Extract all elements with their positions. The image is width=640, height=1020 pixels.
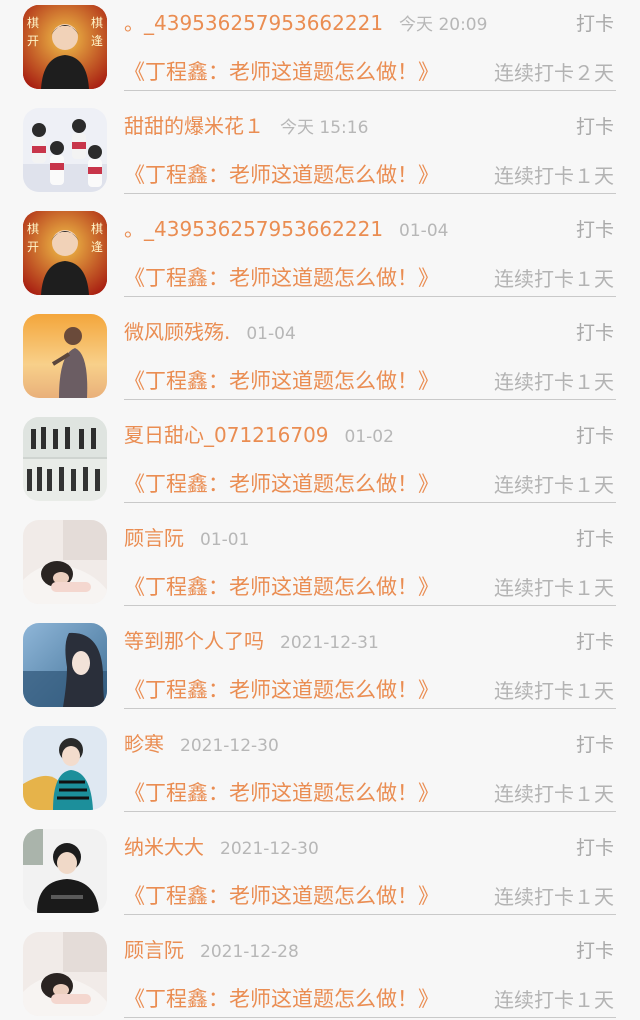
svg-text:棋: 棋 xyxy=(27,222,39,236)
streak-text: 连续打卡１天 xyxy=(494,164,614,188)
post-time: 2021-12-30 xyxy=(180,736,279,756)
book-title[interactable]: 《丁程鑫：老师这道题怎么做！》 xyxy=(124,983,439,1013)
user-name[interactable]: 夏日甜心_071216709 xyxy=(124,423,329,447)
book-title[interactable]: 《丁程鑫：老师这道题怎么做！》 xyxy=(124,571,439,601)
checkin-button[interactable]: 打卡 xyxy=(576,833,614,860)
post-time: 今天 20:09 xyxy=(399,15,488,35)
user-name[interactable]: 。_439536257953662221 xyxy=(124,11,383,35)
avatar[interactable] xyxy=(23,520,107,604)
list-item[interactable]: 甜甜的爆米花１ 今天 15:16 打卡 《丁程鑫：老师这道题怎么做！》 连续打卡１… xyxy=(0,103,640,206)
checkin-button[interactable]: 打卡 xyxy=(576,627,614,654)
list-item[interactable]: 畛寒 2021-12-30 打卡 《丁程鑫：老师这道题怎么做！》 连续打卡１天 xyxy=(0,721,640,824)
post-time: 2021-12-28 xyxy=(200,942,299,962)
svg-text:开: 开 xyxy=(27,34,39,48)
user-name-line: 微风顾残殇. 01-04 xyxy=(124,316,296,345)
user-name-line: 顾言阮 2021-12-28 xyxy=(124,934,299,963)
checkin-button[interactable]: 打卡 xyxy=(576,9,614,36)
post-time: 今天 15:16 xyxy=(280,118,369,138)
avatar[interactable] xyxy=(23,829,107,913)
list-item[interactable]: 夏日甜心_071216709 01-02 打卡 《丁程鑫：老师这道题怎么做！》 连… xyxy=(0,412,640,515)
post-time: 01-02 xyxy=(344,427,394,447)
streak-text: 连续打卡１天 xyxy=(494,782,614,806)
streak-text: 连续打卡１天 xyxy=(494,370,614,394)
user-name[interactable]: 。_439536257953662221 xyxy=(124,217,383,241)
user-name-line: 畛寒 2021-12-30 xyxy=(124,728,279,757)
user-name-line: 纳米大大 2021-12-30 xyxy=(124,831,319,860)
book-title[interactable]: 《丁程鑫：老师这道题怎么做！》 xyxy=(124,365,439,395)
divider xyxy=(124,605,616,606)
svg-text:逢: 逢 xyxy=(91,240,103,254)
streak-text: 连续打卡１天 xyxy=(494,885,614,909)
divider xyxy=(124,193,616,194)
user-name-line: 等到那个人了吗 2021-12-31 xyxy=(124,625,379,654)
streak-text: 连续打卡１天 xyxy=(494,473,614,497)
user-name[interactable]: 顾言阮 xyxy=(124,526,184,550)
svg-text:棋: 棋 xyxy=(27,16,39,30)
list-item[interactable]: 顾言阮 01-01 打卡 《丁程鑫：老师这道题怎么做！》 连续打卡１天 xyxy=(0,515,640,618)
book-title[interactable]: 《丁程鑫：老师这道题怎么做！》 xyxy=(124,262,439,292)
book-title[interactable]: 《丁程鑫：老师这道题怎么做！》 xyxy=(124,674,439,704)
divider xyxy=(124,1017,616,1018)
checkin-list: 棋开棋逢 。_439536257953662221 今天 20:09 打卡 《丁程… xyxy=(0,0,640,1020)
divider xyxy=(124,296,616,297)
user-name[interactable]: 微风顾残殇. xyxy=(124,320,230,344)
book-title[interactable]: 《丁程鑫：老师这道题怎么做！》 xyxy=(124,880,439,910)
svg-text:棋: 棋 xyxy=(91,222,103,236)
svg-text:逢: 逢 xyxy=(91,34,103,48)
avatar[interactable] xyxy=(23,108,107,192)
divider xyxy=(124,811,616,812)
divider xyxy=(124,502,616,503)
post-time: 01-04 xyxy=(399,221,449,241)
list-item[interactable]: 顾言阮 2021-12-28 打卡 《丁程鑫：老师这道题怎么做！》 连续打卡１天 xyxy=(0,927,640,1020)
book-title[interactable]: 《丁程鑫：老师这道题怎么做！》 xyxy=(124,777,439,807)
user-name-line: 。_439536257953662221 今天 20:09 xyxy=(124,7,487,36)
user-name[interactable]: 纳米大大 xyxy=(124,835,204,859)
avatar[interactable] xyxy=(23,726,107,810)
streak-text: 连续打卡１天 xyxy=(494,679,614,703)
user-name-line: 。_439536257953662221 01-04 xyxy=(124,213,448,242)
user-name-line: 甜甜的爆米花１ 今天 15:16 xyxy=(124,110,368,139)
avatar[interactable] xyxy=(23,314,107,398)
book-title[interactable]: 《丁程鑫：老师这道题怎么做！》 xyxy=(124,468,439,498)
checkin-button[interactable]: 打卡 xyxy=(576,318,614,345)
user-name[interactable]: 甜甜的爆米花１ xyxy=(124,114,264,138)
list-item[interactable]: 棋开棋逢 。_439536257953662221 01-04 打卡 《丁程鑫：老… xyxy=(0,206,640,309)
checkin-button[interactable]: 打卡 xyxy=(576,730,614,757)
checkin-button[interactable]: 打卡 xyxy=(576,215,614,242)
user-name[interactable]: 等到那个人了吗 xyxy=(124,629,264,653)
list-item[interactable]: 微风顾残殇. 01-04 打卡 《丁程鑫：老师这道题怎么做！》 连续打卡１天 xyxy=(0,309,640,412)
avatar[interactable] xyxy=(23,623,107,707)
post-time: 2021-12-31 xyxy=(280,633,379,653)
divider xyxy=(124,90,616,91)
streak-text: 连续打卡２天 xyxy=(494,61,614,85)
avatar[interactable] xyxy=(23,932,107,1016)
post-time: 01-01 xyxy=(200,530,250,550)
divider xyxy=(124,914,616,915)
divider xyxy=(124,399,616,400)
divider xyxy=(124,708,616,709)
list-item[interactable]: 棋开棋逢 。_439536257953662221 今天 20:09 打卡 《丁程… xyxy=(0,0,640,103)
avatar[interactable] xyxy=(23,417,107,501)
book-title[interactable]: 《丁程鑫：老师这道题怎么做！》 xyxy=(124,159,439,189)
streak-text: 连续打卡１天 xyxy=(494,988,614,1012)
svg-text:棋: 棋 xyxy=(91,16,103,30)
checkin-button[interactable]: 打卡 xyxy=(576,936,614,963)
svg-text:开: 开 xyxy=(27,240,39,254)
post-time: 2021-12-30 xyxy=(220,839,319,859)
user-name[interactable]: 畛寒 xyxy=(124,732,164,756)
avatar[interactable]: 棋开棋逢 xyxy=(23,211,107,295)
user-name-line: 顾言阮 01-01 xyxy=(124,522,249,551)
streak-text: 连续打卡１天 xyxy=(494,576,614,600)
list-item[interactable]: 纳米大大 2021-12-30 打卡 《丁程鑫：老师这道题怎么做！》 连续打卡１天 xyxy=(0,824,640,927)
user-name[interactable]: 顾言阮 xyxy=(124,938,184,962)
checkin-button[interactable]: 打卡 xyxy=(576,421,614,448)
post-time: 01-04 xyxy=(246,324,296,344)
streak-text: 连续打卡１天 xyxy=(494,267,614,291)
user-name-line: 夏日甜心_071216709 01-02 xyxy=(124,419,394,448)
avatar[interactable]: 棋开棋逢 xyxy=(23,5,107,89)
book-title[interactable]: 《丁程鑫：老师这道题怎么做！》 xyxy=(124,56,439,86)
checkin-button[interactable]: 打卡 xyxy=(576,524,614,551)
list-item[interactable]: 等到那个人了吗 2021-12-31 打卡 《丁程鑫：老师这道题怎么做！》 连续打… xyxy=(0,618,640,721)
checkin-button[interactable]: 打卡 xyxy=(576,112,614,139)
